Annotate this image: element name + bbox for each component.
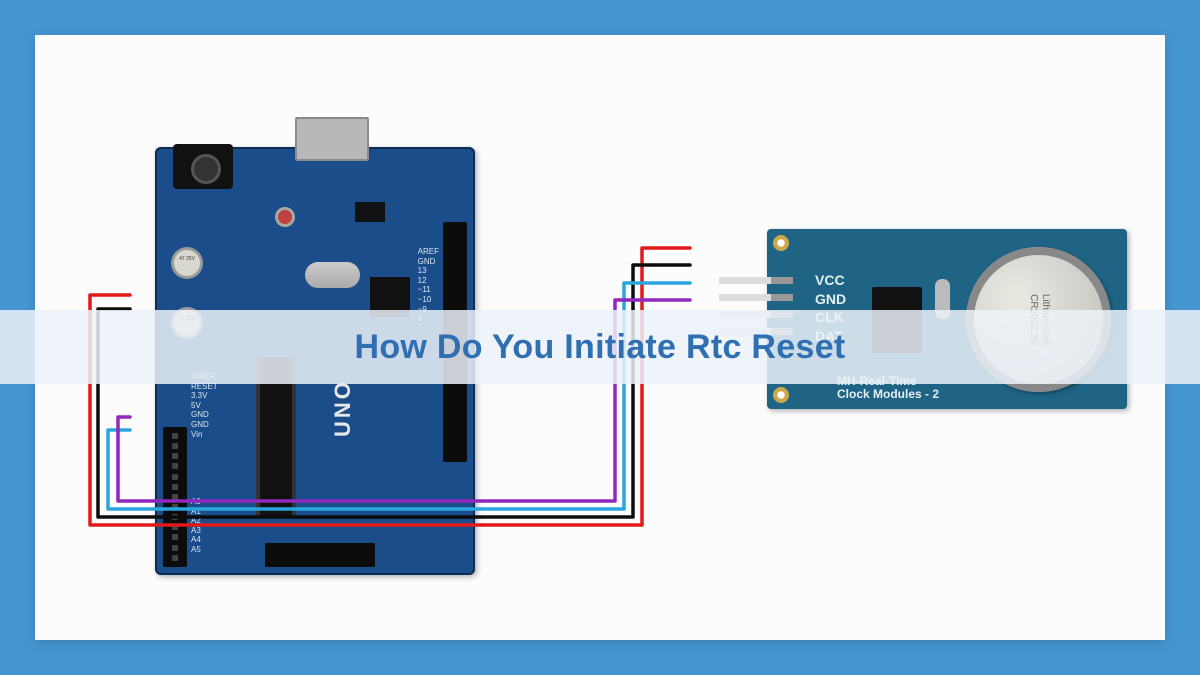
- capacitor-icon: 47 25V: [171, 247, 203, 279]
- arduino-reset-button: [275, 207, 295, 227]
- rtc-pin-vcc: [719, 277, 793, 284]
- arduino-analog-silkscreen: A0 A1 A2 A3 A4 A5: [191, 497, 201, 555]
- mounting-hole-icon: [773, 235, 789, 251]
- mounting-hole-icon: [773, 387, 789, 403]
- title-banner: How Do You Initiate Rtc Reset: [0, 310, 1200, 384]
- crystal-icon: [305, 262, 360, 288]
- page-title: How Do You Initiate Rtc Reset: [354, 328, 845, 367]
- dc-jack-icon: [173, 144, 233, 189]
- smd-icon: [355, 202, 385, 222]
- arduino-board-label: UNO: [330, 379, 356, 437]
- arduino-bottom-header: [265, 543, 375, 567]
- rtc-pin-gnd: [719, 294, 793, 301]
- arduino-left-header: [163, 427, 187, 567]
